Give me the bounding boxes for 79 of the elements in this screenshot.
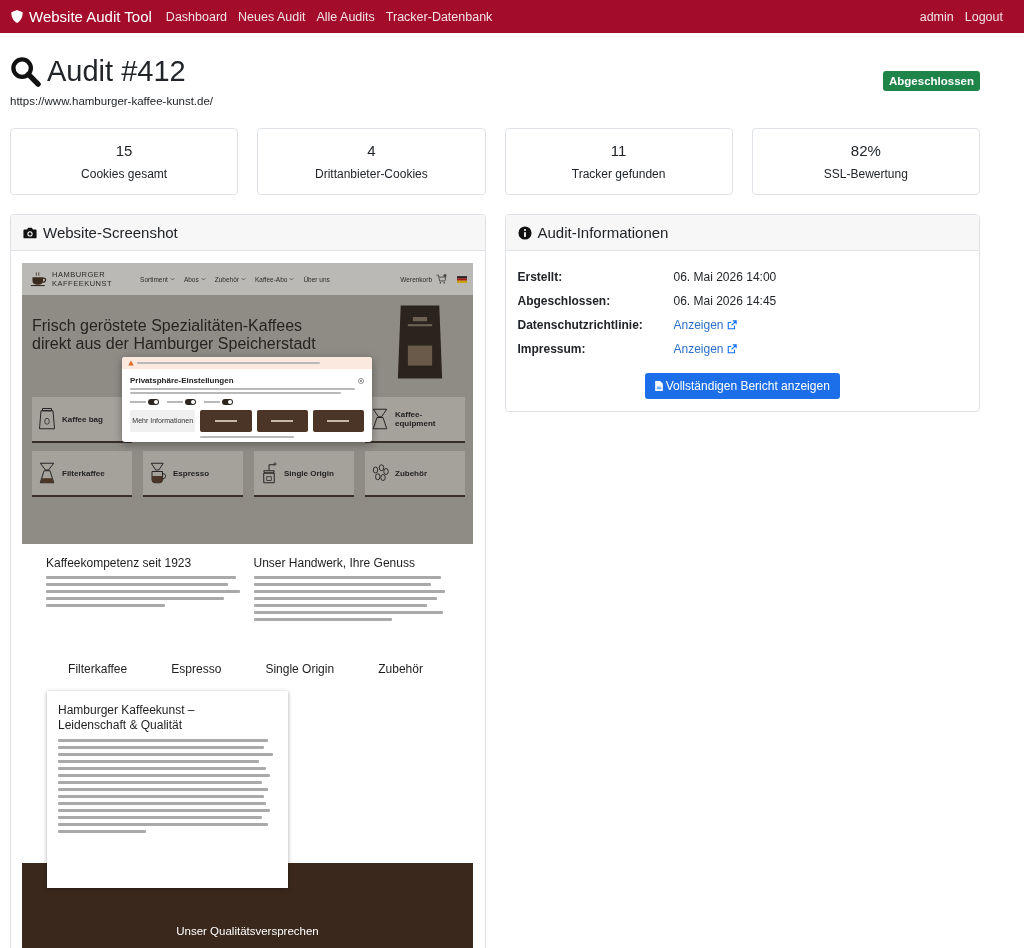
panel-title: Website-Screenshot — [43, 224, 178, 241]
info-label: Impressum: — [517, 341, 587, 358]
coffee-bag-icon — [38, 407, 56, 431]
page-title: Audit #412 — [47, 54, 186, 89]
flag-icon — [457, 275, 467, 283]
category-tile[interactable]: Zubehör — [365, 451, 465, 497]
nav-link[interactable]: Dashboard — [165, 9, 227, 24]
info-value: 06. Mai 2026 14:00 — [673, 269, 777, 286]
stat-value: 15 — [115, 142, 133, 159]
consent-button[interactable] — [312, 410, 364, 432]
external-link-icon — [726, 344, 737, 354]
category-tile[interactable]: Filterkaffee — [32, 451, 132, 497]
coffee-grinder-icon — [260, 461, 278, 485]
info-label: Abgeschlossen: — [517, 293, 612, 310]
audit-url: https://www.hamburger-kaffee-kunst.de/ — [10, 95, 214, 107]
hero-heading: direkt aus der Hamburger Speicherstadt — [32, 335, 317, 353]
stat-label: Tracker gefunden — [571, 167, 666, 181]
search-icon — [10, 55, 41, 87]
category-tile[interactable]: Kaffee-equipment — [365, 397, 465, 443]
nav-link[interactable]: admin — [919, 9, 954, 24]
chevron-down-icon — [169, 277, 175, 281]
external-link[interactable]: Anzeigen — [673, 313, 737, 337]
coffee-pot-icon — [38, 461, 56, 485]
info-label: Erstellt: — [517, 269, 564, 286]
category-tile[interactable]: Espresso — [143, 451, 243, 497]
section-heading: Unser Handwerk, Ihre Genuss — [253, 556, 416, 570]
tile-label: Kaffee bag — [62, 414, 103, 424]
external-link[interactable]: Anzeigen — [673, 337, 737, 361]
consent-button[interactable] — [256, 410, 308, 432]
warning-icon — [128, 360, 134, 366]
chevron-down-icon — [289, 277, 295, 281]
nav-link[interactable]: Logout — [964, 9, 1003, 24]
info-label: Datenschutzrichtlinie: — [517, 317, 644, 334]
stat-value: 11 — [610, 142, 627, 159]
toggle-switch[interactable] — [185, 399, 196, 405]
category-tile[interactable]: Single Origin — [254, 451, 354, 497]
dialog-title: Privatsphäre-Einstellungen — [130, 376, 234, 385]
stat-label: Drittanbieter-Cookies — [315, 167, 428, 181]
category-heading: Zubehör — [378, 662, 423, 676]
toggle-switch[interactable] — [148, 399, 159, 405]
info-icon — [517, 225, 532, 240]
tile-label: Zubehör — [395, 468, 427, 478]
stat-value: 4 — [367, 142, 376, 159]
chevron-down-icon — [200, 277, 206, 281]
camera-icon — [23, 225, 37, 240]
tile-label: Single Origin — [284, 468, 334, 478]
category-heading: Single Origin — [265, 662, 335, 676]
coffee-cup-icon — [149, 461, 167, 485]
nav-link[interactable]: Alle Audits — [316, 9, 375, 24]
document-icon — [654, 381, 663, 391]
hero-heading: Frisch geröstete Spezialitäten-Kaffees — [32, 317, 304, 335]
section-heading: Kaffeekompetenz seit 1923 — [46, 556, 193, 570]
close-icon[interactable] — [358, 377, 364, 384]
category-heading: Filterkaffee — [68, 662, 128, 676]
external-link-icon — [726, 320, 737, 330]
category-heading: Espresso — [171, 662, 222, 676]
banner-heading: Unser Qualitätsversprechen — [176, 925, 319, 937]
cart-icon — [436, 274, 447, 284]
panel-title: Audit-Informationen — [537, 224, 669, 241]
category-tile[interactable]: Kaffee bag — [32, 397, 132, 443]
info-value: 06. Mai 2026 14:45 — [673, 293, 777, 310]
chevron-down-icon — [240, 277, 246, 281]
consent-button[interactable] — [200, 410, 252, 432]
tile-label: Espresso — [173, 468, 210, 478]
status-badge: Abgeschlossen — [883, 71, 980, 91]
pour-over-icon — [371, 407, 389, 431]
view-report-button[interactable]: Vollständigen Bericht anzeigen — [644, 373, 840, 399]
coffee-cup-icon — [30, 271, 48, 287]
shield-icon — [10, 9, 24, 24]
nav-link[interactable]: Neues Audit — [238, 9, 306, 24]
toggle-switch[interactable] — [222, 399, 233, 405]
stat-label: Cookies gesamt — [81, 167, 168, 181]
stat-value: 82% — [850, 142, 881, 159]
nav-link[interactable]: Tracker-Datenbank — [385, 9, 493, 24]
tile-label: Kaffee-equipment — [395, 410, 437, 428]
brand-link[interactable]: Website Audit Tool — [29, 8, 152, 25]
card-heading: Hamburger Kaffeekunst – Leidenschaft & Qualität — [58, 703, 196, 733]
tile-label: Filterkaffee — [62, 468, 105, 478]
stat-label: SSL-Bewertung — [823, 167, 908, 181]
